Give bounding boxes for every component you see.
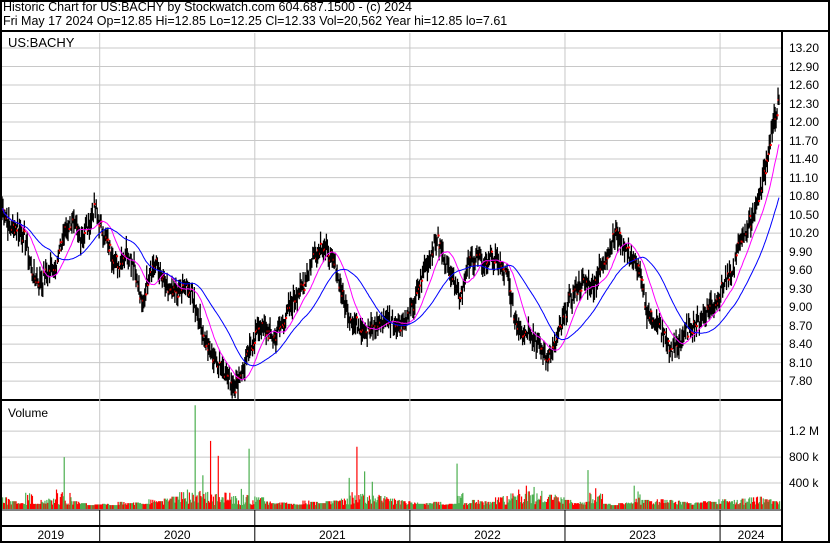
close-tick bbox=[419, 284, 422, 287]
close-tick bbox=[109, 243, 112, 246]
close-tick bbox=[580, 289, 583, 292]
price-tick-label: 10.20 bbox=[789, 226, 820, 241]
close-tick bbox=[421, 279, 424, 282]
close-tick bbox=[663, 331, 666, 334]
long-moving-average-line bbox=[1, 197, 780, 367]
price-tick-label: 11.40 bbox=[789, 152, 819, 167]
close-tick bbox=[116, 255, 119, 258]
close-tick bbox=[727, 278, 730, 281]
volume-label: Volume bbox=[8, 406, 49, 420]
year-label: 2019 bbox=[37, 528, 65, 542]
close-tick bbox=[267, 337, 270, 340]
price-tick-label: 9.00 bbox=[789, 300, 813, 315]
close-tick bbox=[16, 229, 19, 232]
close-tick bbox=[548, 358, 551, 361]
close-tick bbox=[399, 329, 402, 332]
price-tick-label: 9.60 bbox=[789, 263, 813, 278]
price-tick-label: 12.00 bbox=[789, 115, 820, 130]
price-tick-label: 11.10 bbox=[789, 170, 819, 185]
close-tick bbox=[108, 249, 111, 252]
close-tick bbox=[735, 254, 738, 257]
close-tick bbox=[459, 297, 462, 300]
close-tick bbox=[234, 391, 237, 394]
price-tick-label: 9.90 bbox=[789, 244, 813, 259]
close-tick bbox=[667, 340, 670, 343]
price-tick-label: 13.20 bbox=[789, 41, 820, 55]
close-tick bbox=[320, 242, 323, 245]
price-tick-label: 12.90 bbox=[789, 59, 820, 74]
close-tick bbox=[650, 310, 653, 313]
volume-bar bbox=[248, 448, 250, 509]
close-tick bbox=[687, 335, 690, 338]
close-tick bbox=[491, 250, 494, 253]
close-tick bbox=[641, 278, 644, 281]
close-tick bbox=[769, 143, 772, 146]
close-tick bbox=[254, 341, 257, 344]
close-tick bbox=[637, 264, 640, 267]
volume-tick-label: 400 k bbox=[789, 476, 819, 491]
close-tick bbox=[695, 325, 698, 328]
price-tick-label: 8.70 bbox=[789, 318, 813, 333]
close-tick bbox=[93, 203, 96, 206]
close-tick bbox=[502, 268, 505, 271]
price-tick-label: 7.80 bbox=[789, 374, 813, 389]
close-tick bbox=[285, 317, 288, 320]
symbol-label: US:BACHY bbox=[8, 35, 75, 50]
close-tick bbox=[670, 348, 673, 351]
close-tick bbox=[107, 238, 110, 241]
close-tick bbox=[303, 289, 306, 292]
close-tick bbox=[437, 234, 440, 237]
close-tick bbox=[145, 293, 148, 296]
price-tick-label: 8.40 bbox=[789, 337, 813, 352]
close-tick bbox=[59, 241, 62, 244]
volume-bar bbox=[356, 446, 358, 509]
price-tick-label: 12.30 bbox=[789, 96, 820, 111]
close-tick bbox=[493, 261, 496, 264]
volume-bar bbox=[779, 501, 781, 509]
volume-tick-label: 1.2 M bbox=[789, 424, 820, 439]
price-tick-label: 8.10 bbox=[789, 355, 813, 370]
close-tick bbox=[758, 200, 761, 203]
close-tick bbox=[98, 224, 101, 227]
close-tick bbox=[84, 232, 87, 235]
price-tick-label: 9.30 bbox=[789, 281, 813, 296]
year-label: 2022 bbox=[474, 528, 501, 542]
volume-bar bbox=[194, 405, 196, 509]
close-tick bbox=[356, 316, 359, 319]
year-label: 2020 bbox=[163, 528, 191, 542]
year-label: 2021 bbox=[318, 528, 346, 542]
close-tick bbox=[205, 345, 208, 348]
volume-tick-label: 800 k bbox=[789, 450, 819, 465]
close-tick bbox=[58, 249, 61, 252]
close-tick bbox=[764, 172, 767, 175]
close-tick bbox=[776, 114, 779, 117]
close-tick bbox=[606, 257, 609, 260]
year-label: 2023 bbox=[629, 528, 656, 542]
price-tick-label: 11.70 bbox=[789, 133, 819, 148]
close-tick bbox=[68, 227, 71, 230]
price-volume-chart bbox=[0, 30, 830, 543]
price-tick-label: 10.80 bbox=[789, 189, 820, 204]
close-tick bbox=[302, 283, 305, 286]
close-tick bbox=[619, 231, 622, 234]
price-tick-label: 10.50 bbox=[789, 207, 820, 222]
year-label: 2024 bbox=[737, 528, 765, 542]
price-tick-label: 12.60 bbox=[789, 78, 820, 93]
close-tick bbox=[627, 246, 630, 249]
close-tick bbox=[177, 295, 180, 298]
close-tick bbox=[202, 334, 205, 337]
close-tick bbox=[749, 214, 752, 217]
